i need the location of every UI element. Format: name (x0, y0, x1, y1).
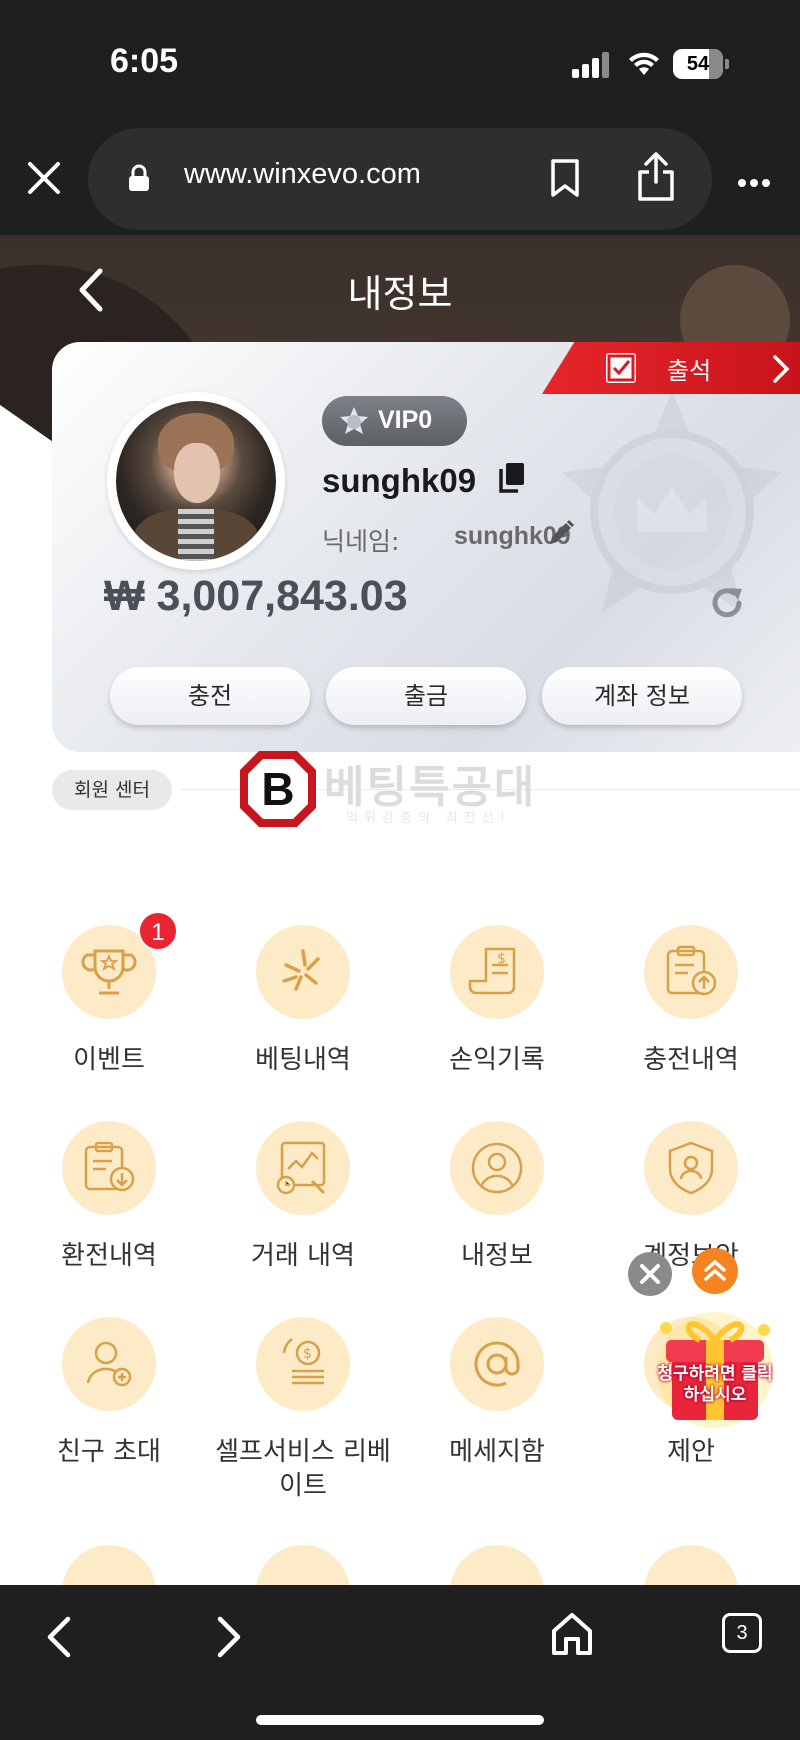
refresh-icon[interactable] (708, 584, 746, 622)
menu-label: 거래 내역 (251, 1241, 355, 1271)
menu-label: 계정보안 (643, 1241, 739, 1271)
close-icon (640, 1264, 660, 1284)
browser-back-icon[interactable] (40, 1613, 80, 1661)
watermark-logo: B (240, 751, 316, 827)
burst-icon (282, 949, 320, 991)
svg-text:$: $ (497, 951, 506, 967)
copy-icon[interactable] (498, 462, 526, 494)
url-text: www.winxevo.com (184, 158, 421, 190)
scroll-top-button[interactable] (692, 1248, 738, 1294)
watermark: B 베팅특공대 먹튀검증의 최전선! (240, 751, 560, 831)
section-tag: 회원 센터 (52, 770, 172, 810)
watermark-text: 베팅특공대 (324, 762, 537, 813)
menu-label: 제안 (667, 1437, 715, 1467)
withdraw-button[interactable]: 출금 (326, 667, 526, 725)
profile-card: 출석 VIP0 sunghk09 닉네임: sunghk09 ₩ 3,007,8… (52, 342, 800, 752)
battery-icon: 54 (673, 49, 729, 79)
edit-icon[interactable] (546, 518, 576, 548)
notification-badge: 1 (138, 911, 178, 951)
menu-label: 셀프서비스 리베이트 (215, 1437, 391, 1501)
receipt-icon: $ (468, 947, 516, 995)
vip-medal-icon (562, 392, 782, 612)
menu-label: 내정보 (461, 1241, 533, 1271)
url-bar[interactable]: www.winxevo.com (88, 128, 712, 230)
vip-level: VIP0 (378, 406, 433, 434)
balance-amount: ₩ 3,007,843.03 (104, 572, 408, 620)
home-indicator (256, 1715, 544, 1725)
menu-label: 친구 초대 (57, 1437, 161, 1467)
svg-text:$: $ (303, 1346, 312, 1362)
screen: 6:05 54 www.winxevo.com 내정보 출석 VIP0 sung… (0, 0, 800, 1740)
attendance-button[interactable]: 출석 (542, 342, 800, 394)
clipboard-upload-icon (666, 945, 717, 996)
menu-label: 손익기록 (449, 1045, 545, 1075)
tabs-button[interactable]: 3 (722, 1613, 762, 1653)
vip-badge: VIP0 (322, 396, 467, 446)
chart-history-icon (276, 1141, 326, 1195)
lock-icon (129, 164, 149, 191)
checkbox-icon (606, 353, 636, 383)
cellular-signal-icon (572, 52, 612, 78)
username: sunghk09 (322, 462, 477, 499)
home-icon[interactable] (548, 1609, 596, 1659)
close-icon[interactable] (22, 156, 66, 200)
browser-toolbar: 3 (0, 1585, 800, 1740)
nickname-label: 닉네임: (322, 527, 400, 556)
account-info-button[interactable]: 계좌 정보 (542, 667, 742, 725)
browser-forward-icon[interactable] (208, 1613, 248, 1661)
chevron-right-icon (773, 355, 790, 383)
vip-medal-small-icon (340, 407, 368, 434)
avatar[interactable] (107, 392, 285, 570)
status-time: 6:05 (110, 42, 179, 80)
menu-label: 베팅내역 (255, 1045, 351, 1075)
status-bar: 6:05 54 (0, 0, 800, 120)
menu-label: 메세지함 (449, 1437, 545, 1467)
clipboard-download-icon (84, 1141, 135, 1192)
promo-close-button[interactable] (628, 1252, 672, 1296)
coin-rebate-icon: $ (282, 1337, 324, 1385)
at-sign-icon (474, 1341, 520, 1387)
share-icon[interactable] (636, 150, 676, 202)
menu-label: 이벤트 (73, 1045, 145, 1075)
page-title: 내정보 (347, 272, 453, 316)
more-icon[interactable] (738, 172, 774, 191)
battery-level: 54 (686, 53, 710, 75)
add-user-icon (86, 1341, 132, 1387)
wifi-icon (629, 52, 659, 75)
browser-bar: www.winxevo.com (0, 120, 800, 235)
attendance-label: 출석 (667, 357, 712, 385)
double-chevron-up-icon (704, 1259, 726, 1281)
user-circle-icon (471, 1142, 523, 1194)
avatar-image (116, 401, 276, 561)
promo-text[interactable]: 청구하려면 클릭하십시오 (652, 1364, 778, 1406)
menu-label: 충전내역 (643, 1045, 739, 1075)
watermark-subtext: 먹튀검증의 최전선! (346, 811, 512, 826)
bookmark-icon[interactable] (550, 158, 580, 198)
shield-user-icon (668, 1141, 714, 1195)
deposit-button[interactable]: 충전 (110, 667, 310, 725)
menu-label: 환전내역 (61, 1241, 157, 1271)
